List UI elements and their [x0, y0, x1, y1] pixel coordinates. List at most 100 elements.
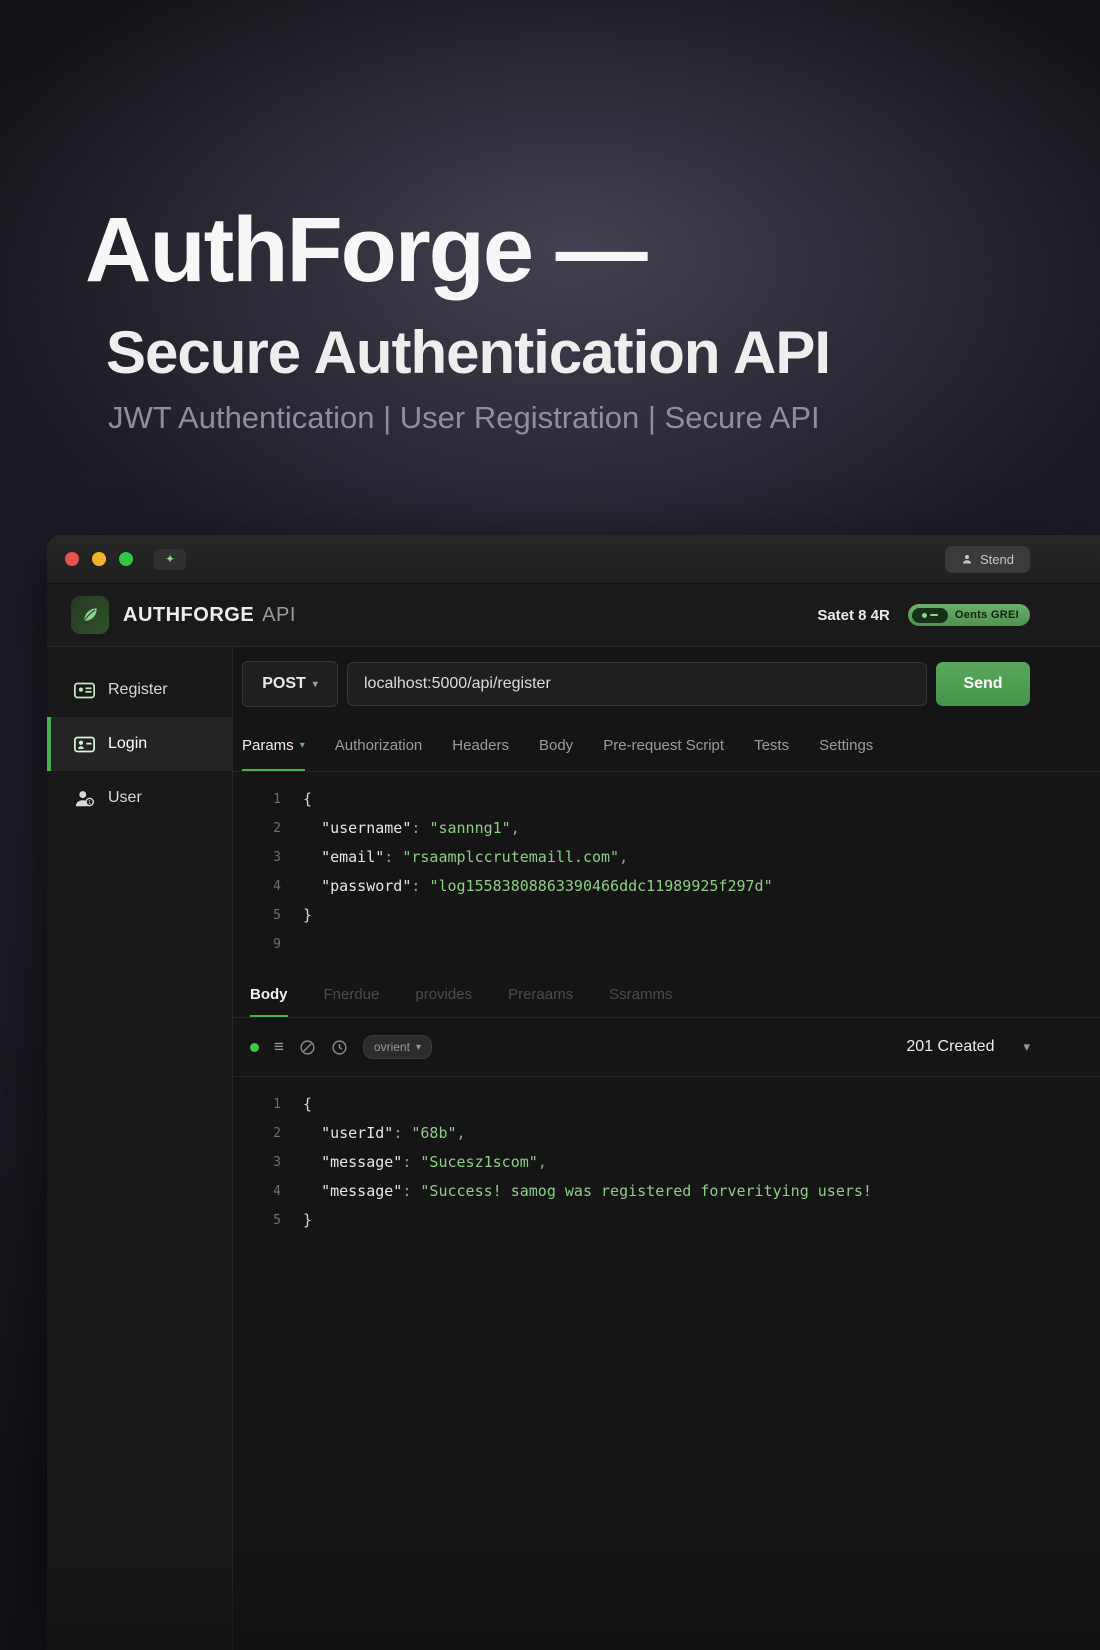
tab-authorization[interactable]: Authorization [335, 719, 423, 771]
request-tabs: Params ▾ Authorization Headers Body Pre-… [233, 719, 1100, 772]
sidebar-item-label: Register [108, 681, 168, 699]
code-line: 3 "message": "Sucesz1scom", [233, 1148, 1100, 1177]
code-token: } [303, 906, 312, 924]
brand-suffix: API [262, 604, 296, 626]
code-token [303, 819, 321, 837]
code-line: 4 "message": "Success! samog was registe… [233, 1177, 1100, 1206]
code-token [303, 877, 321, 895]
menu-icon[interactable]: ≡ [274, 1037, 284, 1057]
code-token: : [402, 1153, 420, 1171]
header-right: Satet 8 4R Oents GREI [817, 604, 1030, 626]
code-text: } [303, 1206, 312, 1235]
code-token: "email" [321, 848, 384, 866]
code-line: 4 "password": "log15583808863390466ddc11… [233, 872, 1100, 901]
code-token: "message" [321, 1182, 402, 1200]
code-token: "message" [321, 1153, 402, 1171]
tab-headers[interactable]: Headers [452, 719, 509, 771]
sidebar-item-user[interactable]: 1 User [47, 771, 232, 825]
line-number: 1 [233, 785, 303, 814]
code-token: "userId" [321, 1124, 393, 1142]
badge-label: Oents GREI [955, 609, 1019, 621]
code-line: 2 "username": "sannng1", [233, 814, 1100, 843]
line-number: 4 [233, 872, 303, 901]
response-body-editor: 1{2 "userId": "68b",3 "message": "Sucesz… [233, 1077, 1100, 1243]
code-token: "sannng1" [429, 819, 510, 837]
maximize-window-button[interactable] [119, 552, 133, 566]
request-body-editor[interactable]: 1{2 "username": "sannng1",3 "email": "rs… [233, 772, 1100, 967]
code-line: 5} [233, 901, 1100, 930]
chevron-down-icon: ▾ [313, 679, 318, 690]
code-token: "rsaamplccrutemaill.com" [402, 848, 619, 866]
panel-filler [233, 1243, 1100, 1650]
code-token: : [402, 1182, 420, 1200]
page: AuthForge — Secure Authentication API JW… [0, 0, 1100, 1650]
window-body: Register Login 1 [47, 647, 1100, 1650]
app-header: AUTHFORGEAPI Satet 8 4R Oents GREI [47, 584, 1100, 647]
code-token: : [384, 848, 402, 866]
tab-body[interactable]: Body [539, 719, 573, 771]
svg-text:1: 1 [88, 800, 91, 806]
tab-label: Authorization [335, 737, 423, 754]
code-text: { [303, 785, 312, 814]
line-number: 2 [233, 1119, 303, 1148]
titlebar-send-chip[interactable]: Stend [945, 546, 1030, 573]
header-status-text: Satet 8 4R [817, 607, 890, 624]
code-token: , [457, 1124, 466, 1142]
login-icon [74, 736, 95, 753]
code-token: , [619, 848, 628, 866]
response-tab-settings[interactable]: Ssramms [609, 971, 672, 1017]
line-number: 3 [233, 1148, 303, 1177]
chevron-down-icon: ▾ [416, 1042, 421, 1053]
authforge-logo [71, 596, 109, 634]
tab-pre-request-script[interactable]: Pre-request Script [603, 719, 724, 771]
sidebar-item-login[interactable]: Login [47, 717, 232, 771]
response-tab-headers[interactable]: provides [415, 971, 472, 1017]
code-token: "password" [321, 877, 411, 895]
tab-settings[interactable]: Settings [819, 719, 873, 771]
send-button[interactable]: Send [936, 662, 1030, 706]
api-client-window: ✦ Stend AUTHFORGEAPI Satet 8 4R [47, 535, 1100, 1650]
status-badge: Oents GREI [908, 604, 1030, 626]
user-icon [961, 553, 973, 565]
request-bar: POST ▾ Send [233, 647, 1100, 717]
brand: AUTHFORGEAPI [123, 604, 296, 627]
collapse-response-icon[interactable]: ▾ [1023, 1039, 1030, 1055]
response-tab-results[interactable]: Preraams [508, 971, 573, 1017]
tab-label: Tests [754, 737, 789, 754]
response-tab-cookies[interactable]: Fnerdue [324, 971, 380, 1017]
client-dropdown[interactable]: ovrient ▾ [363, 1035, 432, 1059]
response-tab-body[interactable]: Body [250, 971, 288, 1017]
history-icon[interactable] [331, 1039, 348, 1056]
minimize-window-button[interactable] [92, 552, 106, 566]
code-text: { [303, 1090, 312, 1119]
hero-title-line2: Secure Authentication API [106, 318, 830, 387]
hero-title-line1: AuthForge — [85, 198, 646, 303]
block-icon[interactable] [299, 1039, 316, 1056]
line-number: 5 [233, 901, 303, 930]
code-token: , [538, 1153, 547, 1171]
code-token: "username" [321, 819, 411, 837]
code-line: 9 [233, 930, 1100, 959]
tab-tests[interactable]: Tests [754, 719, 789, 771]
method-dropdown[interactable]: POST ▾ [242, 661, 338, 707]
chevron-down-icon: ▾ [300, 740, 305, 751]
sparkle-glyph: ✦ [165, 552, 175, 566]
badge-dot-icon [922, 613, 927, 618]
url-input[interactable] [347, 662, 927, 706]
code-line: 3 "email": "rsaamplccrutemaill.com", [233, 843, 1100, 872]
code-token: { [303, 790, 312, 808]
window-titlebar: ✦ Stend [47, 535, 1100, 584]
code-text: "username": "sannng1", [303, 814, 520, 843]
tab-label: Body [539, 737, 573, 754]
code-line: 5} [233, 1206, 1100, 1235]
response-tabs: Body Fnerdue provides Preraams Ssramms [233, 971, 1100, 1018]
tab-params[interactable]: Params ▾ [242, 719, 305, 771]
close-window-button[interactable] [65, 552, 79, 566]
code-text: "message": "Sucesz1scom", [303, 1148, 547, 1177]
sparkle-icon: ✦ [154, 549, 186, 570]
tab-label: Settings [819, 737, 873, 754]
tab-label: Pre-request Script [603, 737, 724, 754]
status-dot-icon [250, 1043, 259, 1052]
sidebar-item-register[interactable]: Register [47, 663, 232, 717]
line-number: 4 [233, 1177, 303, 1206]
